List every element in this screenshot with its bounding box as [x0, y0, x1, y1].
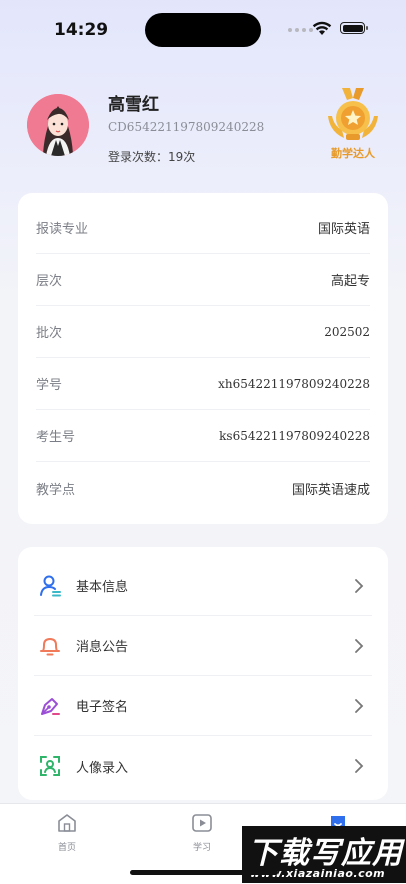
info-label: 考生号	[36, 430, 76, 445]
info-value: 202502	[324, 324, 370, 339]
chevron-right-icon	[355, 578, 364, 593]
menu-item-face-capture[interactable]: 人像录入	[34, 736, 372, 796]
menu-item-announcements[interactable]: 消息公告	[34, 616, 372, 676]
watermark-title: 下载写应用	[248, 836, 403, 871]
play-icon	[192, 814, 212, 832]
pen-nib-icon	[38, 694, 62, 718]
badge-label: 勤学达人	[331, 147, 375, 160]
achievement-badge[interactable]: 勤学达人	[320, 86, 386, 166]
info-row-exam-number: 考生号 ks654221197809240228	[36, 410, 370, 462]
info-value: 国际英语速成	[291, 482, 370, 498]
home-icon	[58, 814, 76, 832]
tab-study[interactable]: 学习	[172, 812, 232, 853]
medal-icon	[328, 88, 378, 140]
info-value: 国际英语	[317, 222, 370, 237]
wifi-icon	[312, 21, 332, 35]
menu-item-label: 电子签名	[76, 700, 129, 715]
login-count: 登录次数：19次	[108, 150, 196, 164]
home-indicator[interactable]	[130, 870, 278, 875]
menu-item-e-signature[interactable]: 电子签名	[34, 676, 372, 736]
avatar[interactable]	[27, 94, 89, 156]
status-time: 14:29	[54, 20, 109, 40]
info-label: 批次	[36, 326, 63, 341]
info-value: xh654221197809240228	[218, 376, 370, 391]
menu-item-label: 基本信息	[76, 580, 129, 595]
info-label: 层次	[36, 274, 63, 289]
info-row-major: 报读专业 国际英语	[36, 202, 370, 254]
chevron-right-icon	[355, 698, 364, 713]
info-row-batch: 批次 202502	[36, 306, 370, 358]
chevron-right-icon	[355, 638, 364, 653]
info-label: 教学点	[36, 482, 76, 498]
info-value: 高起专	[330, 274, 370, 289]
status-bar: 14:29	[0, 0, 406, 56]
menu-item-basic-info[interactable]: 基本信息	[34, 556, 372, 616]
user-name: 高雪红	[108, 95, 159, 115]
menu-card: 基本信息 消息公告 电子签名 人像录入	[18, 547, 388, 800]
dynamic-island	[145, 13, 261, 47]
battery-icon	[340, 22, 368, 34]
tab-label: 首页	[57, 843, 76, 853]
chevron-right-icon	[355, 759, 364, 773]
info-row-student-number: 学号 xh654221197809240228	[36, 358, 370, 410]
face-scan-icon	[38, 754, 62, 778]
info-value: ks654221197809240228	[219, 428, 370, 443]
bell-icon	[38, 634, 62, 658]
signal-icon	[288, 28, 313, 32]
info-row-level: 层次 高起专	[36, 254, 370, 306]
menu-item-label: 消息公告	[76, 640, 129, 655]
menu-item-label: 人像录入	[76, 760, 129, 776]
user-profile-icon	[38, 574, 62, 598]
user-id: CD654221197809240228	[108, 120, 265, 134]
info-row-teaching-center: 教学点 国际英语速成	[36, 462, 370, 514]
info-label: 报读专业	[36, 222, 89, 237]
student-info-card: 报读专业 国际英语 层次 高起专 批次 202502 学号 xh65422119…	[18, 193, 388, 524]
tab-home[interactable]: 首页	[37, 812, 97, 853]
tab-label: 学习	[192, 843, 211, 853]
info-label: 学号	[36, 378, 63, 393]
